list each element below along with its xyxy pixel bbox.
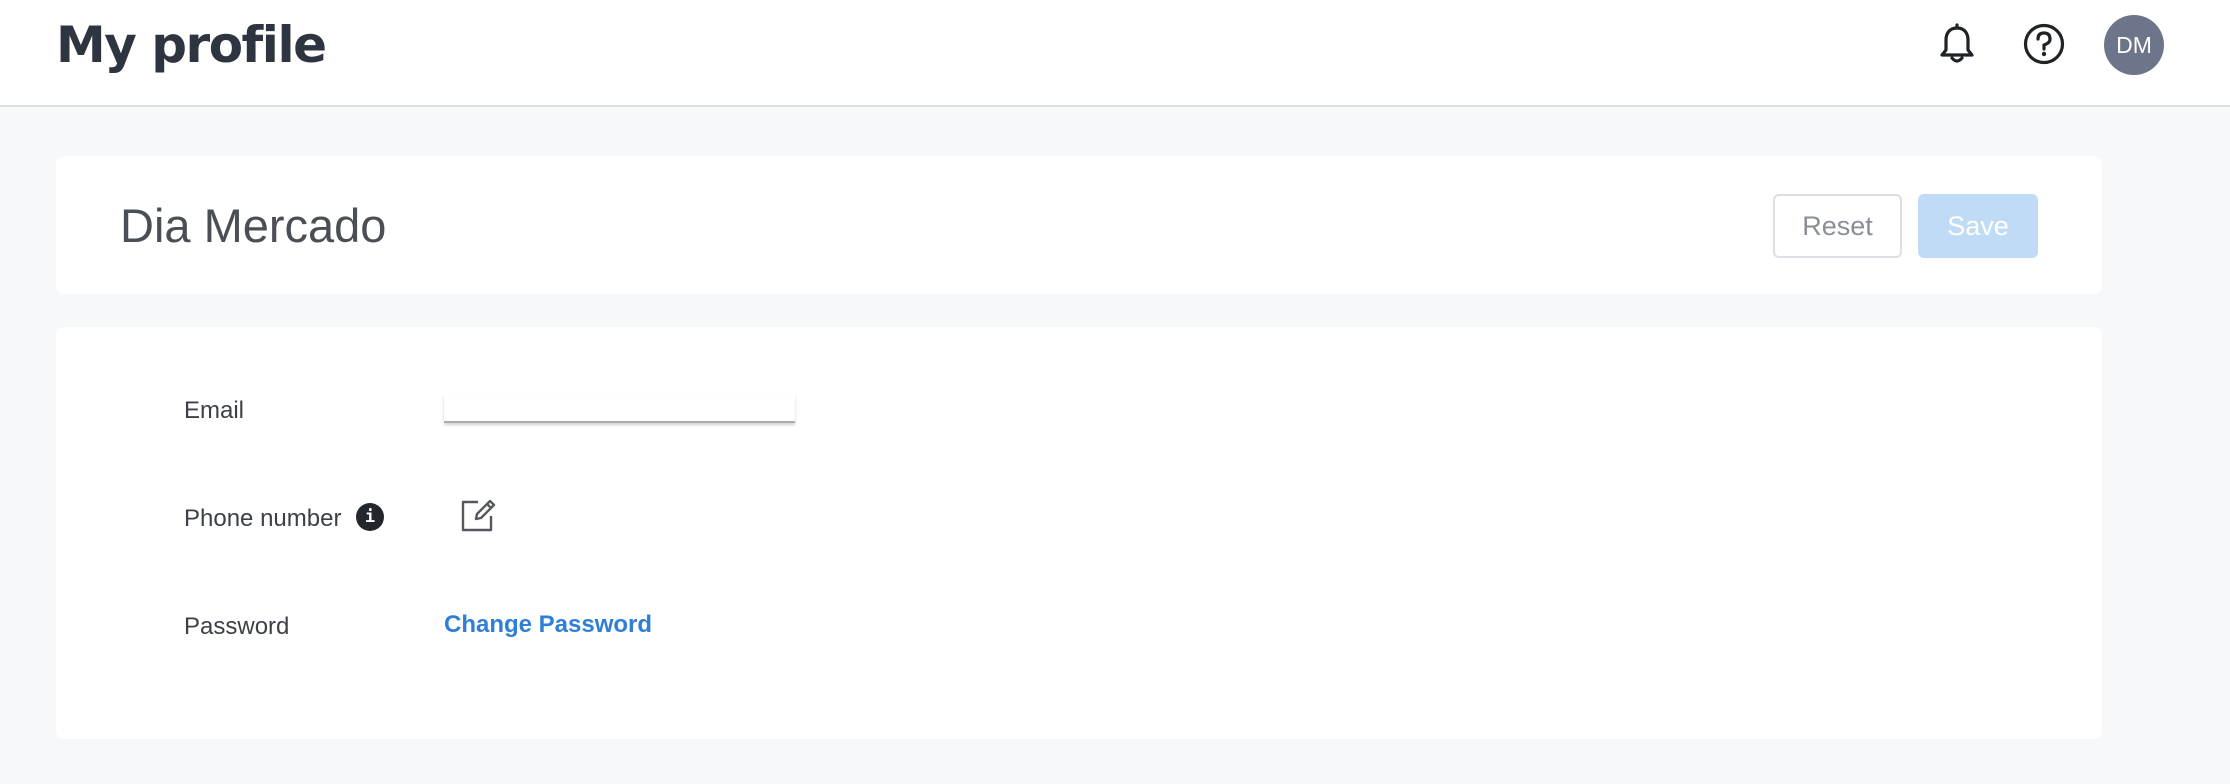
password-label: Password — [184, 613, 290, 640]
email-label: Email — [184, 397, 245, 424]
scrollbar[interactable] — [2210, 107, 2230, 784]
profile-header-card: Dia Mercado Reset Save — [56, 156, 2102, 294]
avatar[interactable]: DM — [2104, 15, 2164, 75]
phone-label: Phone number — [184, 505, 342, 532]
help-icon[interactable] — [2023, 23, 2065, 65]
change-password-link[interactable]: Change Password — [444, 611, 652, 639]
edit-icon[interactable] — [458, 497, 498, 535]
save-button[interactable]: Save — [1918, 194, 2038, 258]
info-icon[interactable]: i — [356, 503, 384, 531]
profile-form-card: Email Phone number i Password Change Pas… — [56, 327, 2102, 739]
email-field[interactable] — [444, 395, 795, 423]
bell-icon[interactable] — [1936, 23, 1978, 65]
top-bar: My profile DM — [0, 0, 2230, 107]
user-name: Dia Mercado — [120, 199, 387, 252]
reset-button[interactable]: Reset — [1773, 194, 1902, 258]
page-title: My profile — [56, 16, 327, 74]
